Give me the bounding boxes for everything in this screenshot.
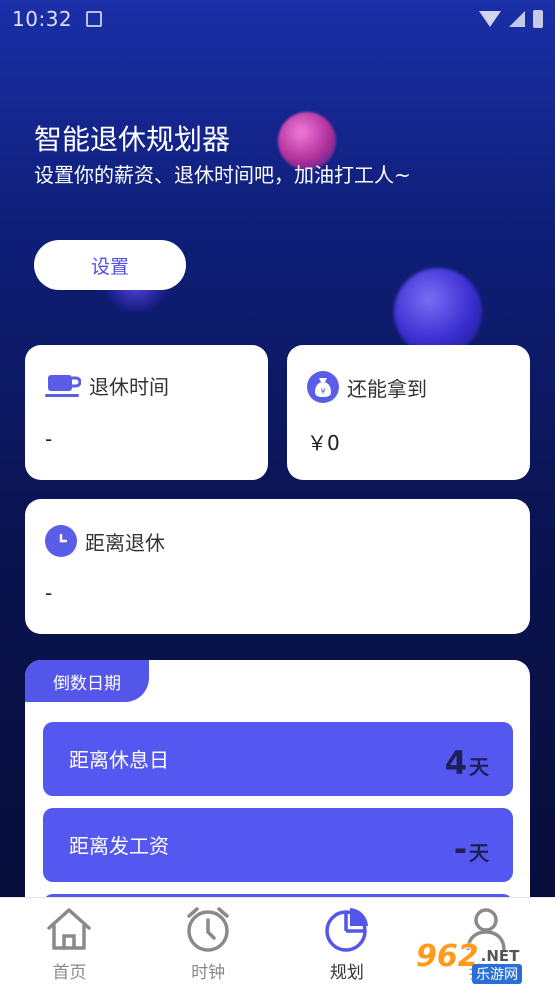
nav-item-home[interactable]: 首页 xyxy=(0,898,139,986)
countdown-row-number: 4 xyxy=(444,744,467,782)
money-bag-icon: ¥ xyxy=(307,371,339,403)
countdown-row-label: 距离发工资 xyxy=(69,834,169,858)
countdown-row-label: 距离休息日 xyxy=(69,748,169,772)
retire-time-label: 退休时间 xyxy=(89,375,169,399)
nav-label: 规划 xyxy=(329,963,364,983)
still-get-label: 还能拿到 xyxy=(347,376,427,401)
watermark-number: 962 xyxy=(416,938,479,974)
until-retire-label: 距离退休 xyxy=(85,530,165,555)
pie-chart-icon xyxy=(325,908,368,952)
countdown-row-payday[interactable]: 距离发工资 - 天 xyxy=(43,808,513,882)
until-retire-value: - xyxy=(45,581,53,605)
retire-time-value: - xyxy=(45,427,53,451)
page-title: 智能退休规划器 xyxy=(34,123,231,156)
still-get-value: ￥0 xyxy=(307,431,340,455)
alarm-clock-icon xyxy=(187,907,229,952)
decor-orb-blue xyxy=(394,268,482,356)
page-subtitle: 设置你的薪资、退休时间吧，加油打工人~ xyxy=(34,163,411,187)
watermark-sub: 乐游网 xyxy=(472,964,522,984)
nav-label: 首页 xyxy=(52,963,87,983)
notification-icon xyxy=(86,11,103,27)
wifi-icon xyxy=(479,11,501,27)
countdown-row-weekend[interactable]: 距离休息日 4 天 xyxy=(43,722,513,796)
coffee-cup-icon xyxy=(45,374,81,397)
countdown-tag: 倒数日期 xyxy=(25,660,149,702)
watermark-net: .NET xyxy=(480,947,520,965)
status-bar: 10:32 xyxy=(0,0,555,38)
nav-item-clock[interactable]: 时钟 xyxy=(139,898,278,986)
until-retire-card: 距离退休 - xyxy=(25,499,530,634)
signal-icon xyxy=(509,11,525,27)
status-time: 10:32 xyxy=(12,7,73,31)
settings-button[interactable]: 设置 xyxy=(34,240,186,290)
countdown-row-unit: 天 xyxy=(469,841,489,865)
watermark-logo: 962 .NET 乐游网 xyxy=(416,928,555,984)
clock-icon xyxy=(45,525,77,557)
retire-time-card: 退休时间 - xyxy=(25,345,268,480)
svg-text:¥: ¥ xyxy=(320,387,325,396)
countdown-row-number: - xyxy=(453,830,467,868)
app-screen: 10:32 智能退休规划器 设置你的薪资、退休时间吧，加油打工人~ 设置 退休时… xyxy=(0,0,555,986)
nav-label: 时钟 xyxy=(191,963,226,983)
battery-icon xyxy=(533,10,543,28)
countdown-row-unit: 天 xyxy=(469,755,489,779)
home-icon xyxy=(47,908,92,950)
nav-item-plan[interactable]: 规划 xyxy=(278,898,417,986)
still-get-card: ¥ 还能拿到 ￥0 xyxy=(287,345,530,480)
